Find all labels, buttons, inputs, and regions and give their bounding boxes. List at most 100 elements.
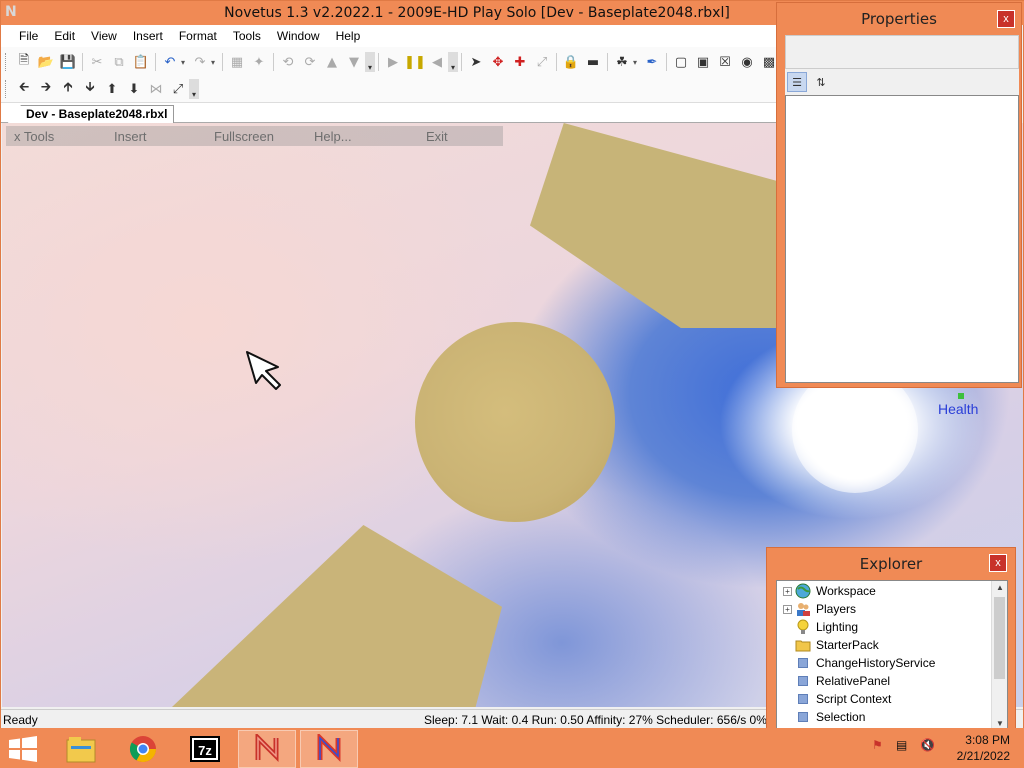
taskbar-7zip[interactable]: 7z [176,730,234,768]
taskbar-chrome[interactable] [114,730,172,768]
save-icon[interactable]: 💾 [58,52,78,72]
toolbar-overflow-icon[interactable]: ▾ [189,79,199,99]
toolbar-grip[interactable] [5,80,9,98]
network-icon[interactable]: ▤ [896,738,912,754]
move-up-icon[interactable]: ▲ [322,52,342,72]
menu-insert[interactable]: Insert [125,29,171,43]
rotate-right-icon[interactable]: ⟳ [300,52,320,72]
menu-window[interactable]: Window [269,29,328,43]
menu-view[interactable]: View [83,29,125,43]
toolbar-separator [273,53,274,71]
cut-icon[interactable]: ✂ [87,52,107,72]
select-cursor-icon[interactable]: ➤ [466,52,486,72]
camera-up-icon[interactable]: ⬆ [102,79,122,99]
toolbar-overflow-icon[interactable]: ▾ [365,52,375,72]
toolbar-separator [82,53,83,71]
toolbar-separator [666,53,667,71]
tree-item-relativepanel[interactable]: RelativePanel [777,672,890,690]
anchor-icon[interactable]: ▬ [583,52,603,72]
scrollbar-thumb[interactable] [994,597,1005,679]
tree-item-script-context[interactable]: Script Context [777,690,891,708]
camera-left-icon[interactable]: 🡰 [14,79,34,99]
document-tab[interactable]: Dev - Baseplate2048.rbxl [7,105,175,124]
move-down-icon[interactable]: ▼ [344,52,364,72]
taskbar-file-explorer[interactable] [52,730,110,768]
tree-item-starterpack[interactable]: StarterPack [777,636,879,654]
part-lower-slab[interactable] [172,525,502,707]
ingame-fullscreen-button[interactable]: Fullscreen [214,129,274,144]
material-icon[interactable]: ✒ [642,52,662,72]
rotate-left-icon[interactable]: ⟲ [278,52,298,72]
taskbar-clock[interactable]: 3:08 PM 2/21/2022 [950,732,1010,764]
copy-icon[interactable]: ⧉ [109,52,129,72]
menu-file[interactable]: File [11,29,46,43]
ingame-exit-button[interactable]: Exit [426,129,448,144]
camera-tilt-up-icon[interactable]: 🡱 [58,79,78,99]
camera-down-icon[interactable]: ⬇ [124,79,144,99]
surface-smooth-icon[interactable]: ▢ [671,52,691,72]
camera-tilt-down-icon[interactable]: 🡳 [80,79,100,99]
undo-dropdown-icon[interactable]: ▾ [181,58,189,67]
expand-icon[interactable]: + [783,604,792,614]
redo-icon[interactable]: ↷ [190,52,210,72]
resize-icon[interactable]: ⤢ [532,52,552,72]
action-center-flag-icon[interactable]: ⚑ [872,738,888,754]
camera-right-icon[interactable]: 🡲 [36,79,56,99]
axis-move-icon[interactable]: ✚ [510,52,530,72]
explorer-title[interactable]: Explorer [767,548,1015,580]
properties-title[interactable]: Properties [777,3,1021,35]
globe-icon [795,583,811,599]
volume-muted-icon[interactable]: 🔇 [920,738,936,754]
menu-format[interactable]: Format [171,29,225,43]
menu-help[interactable]: Help [328,29,369,43]
expand-icon[interactable]: + [783,586,792,596]
toolbar-grip[interactable] [5,53,9,71]
menu-edit[interactable]: Edit [46,29,83,43]
taskbar-novetus-client[interactable] [300,730,358,768]
tree-item-workspace[interactable]: + Workspace [777,582,876,600]
play-icon[interactable]: ▶ [383,52,403,72]
tree-item-selection[interactable]: Selection [777,708,865,726]
properties-close-button[interactable]: x [997,10,1015,28]
group-icon[interactable]: ▦ [227,52,247,72]
service-icon [795,709,811,725]
menu-tools[interactable]: Tools [225,29,269,43]
surface-glue-icon[interactable]: ▣ [693,52,713,72]
undo-icon[interactable]: ↶ [160,52,180,72]
paste-icon[interactable]: 📋 [131,52,151,72]
ingame-insert-button[interactable]: Insert [114,129,147,144]
sort-alphabetical-icon[interactable]: ⇅ [811,72,831,92]
reset-icon[interactable]: ◀ [427,52,447,72]
paint-bucket-icon[interactable]: ☘ [612,52,632,72]
new-file-icon[interactable]: 🗎 [14,52,34,72]
tree-item-label: ChangeHistoryService [816,656,936,670]
move-tool-icon[interactable]: ✥ [488,52,508,72]
explorer-close-button[interactable]: x [989,554,1007,572]
part-upper-slab[interactable] [530,123,790,328]
tree-item-players[interactable]: + Players [777,600,856,618]
ingame-tools-button[interactable]: x Tools [14,129,54,144]
clock-date: 2/21/2022 [956,749,1010,763]
tree-item-lighting[interactable]: Lighting [777,618,858,636]
explorer-scrollbar[interactable]: ▲ ▼ [991,581,1007,729]
windows-start-icon[interactable] [8,736,38,762]
ungroup-icon[interactable]: ✦ [249,52,269,72]
zoom-in-icon[interactable]: ⋈ [146,79,166,99]
open-file-icon[interactable]: 📂 [36,52,56,72]
lock-icon[interactable]: 🔒 [561,52,581,72]
part-ball[interactable] [415,322,615,522]
categorized-icon[interactable]: ☰ [787,72,807,92]
tree-item-changehistoryservice[interactable]: ChangeHistoryService [777,654,935,672]
taskbar-novetus[interactable] [238,730,296,768]
surface-studs-icon[interactable]: ◉ [737,52,757,72]
surface-weld-icon[interactable]: ☒ [715,52,735,72]
scroll-up-icon[interactable]: ▲ [992,581,1007,595]
ingame-help-button[interactable]: Help... [314,129,352,144]
paint-dropdown-icon[interactable]: ▾ [633,58,641,67]
pause-icon[interactable]: ❚❚ [404,52,426,72]
zoom-extents-icon[interactable]: ⤢ [168,79,188,99]
redo-dropdown-icon[interactable]: ▾ [211,58,219,67]
properties-grid[interactable] [785,95,1019,383]
health-bar [958,393,964,399]
toolbar-overflow-icon[interactable]: ▾ [448,52,458,72]
